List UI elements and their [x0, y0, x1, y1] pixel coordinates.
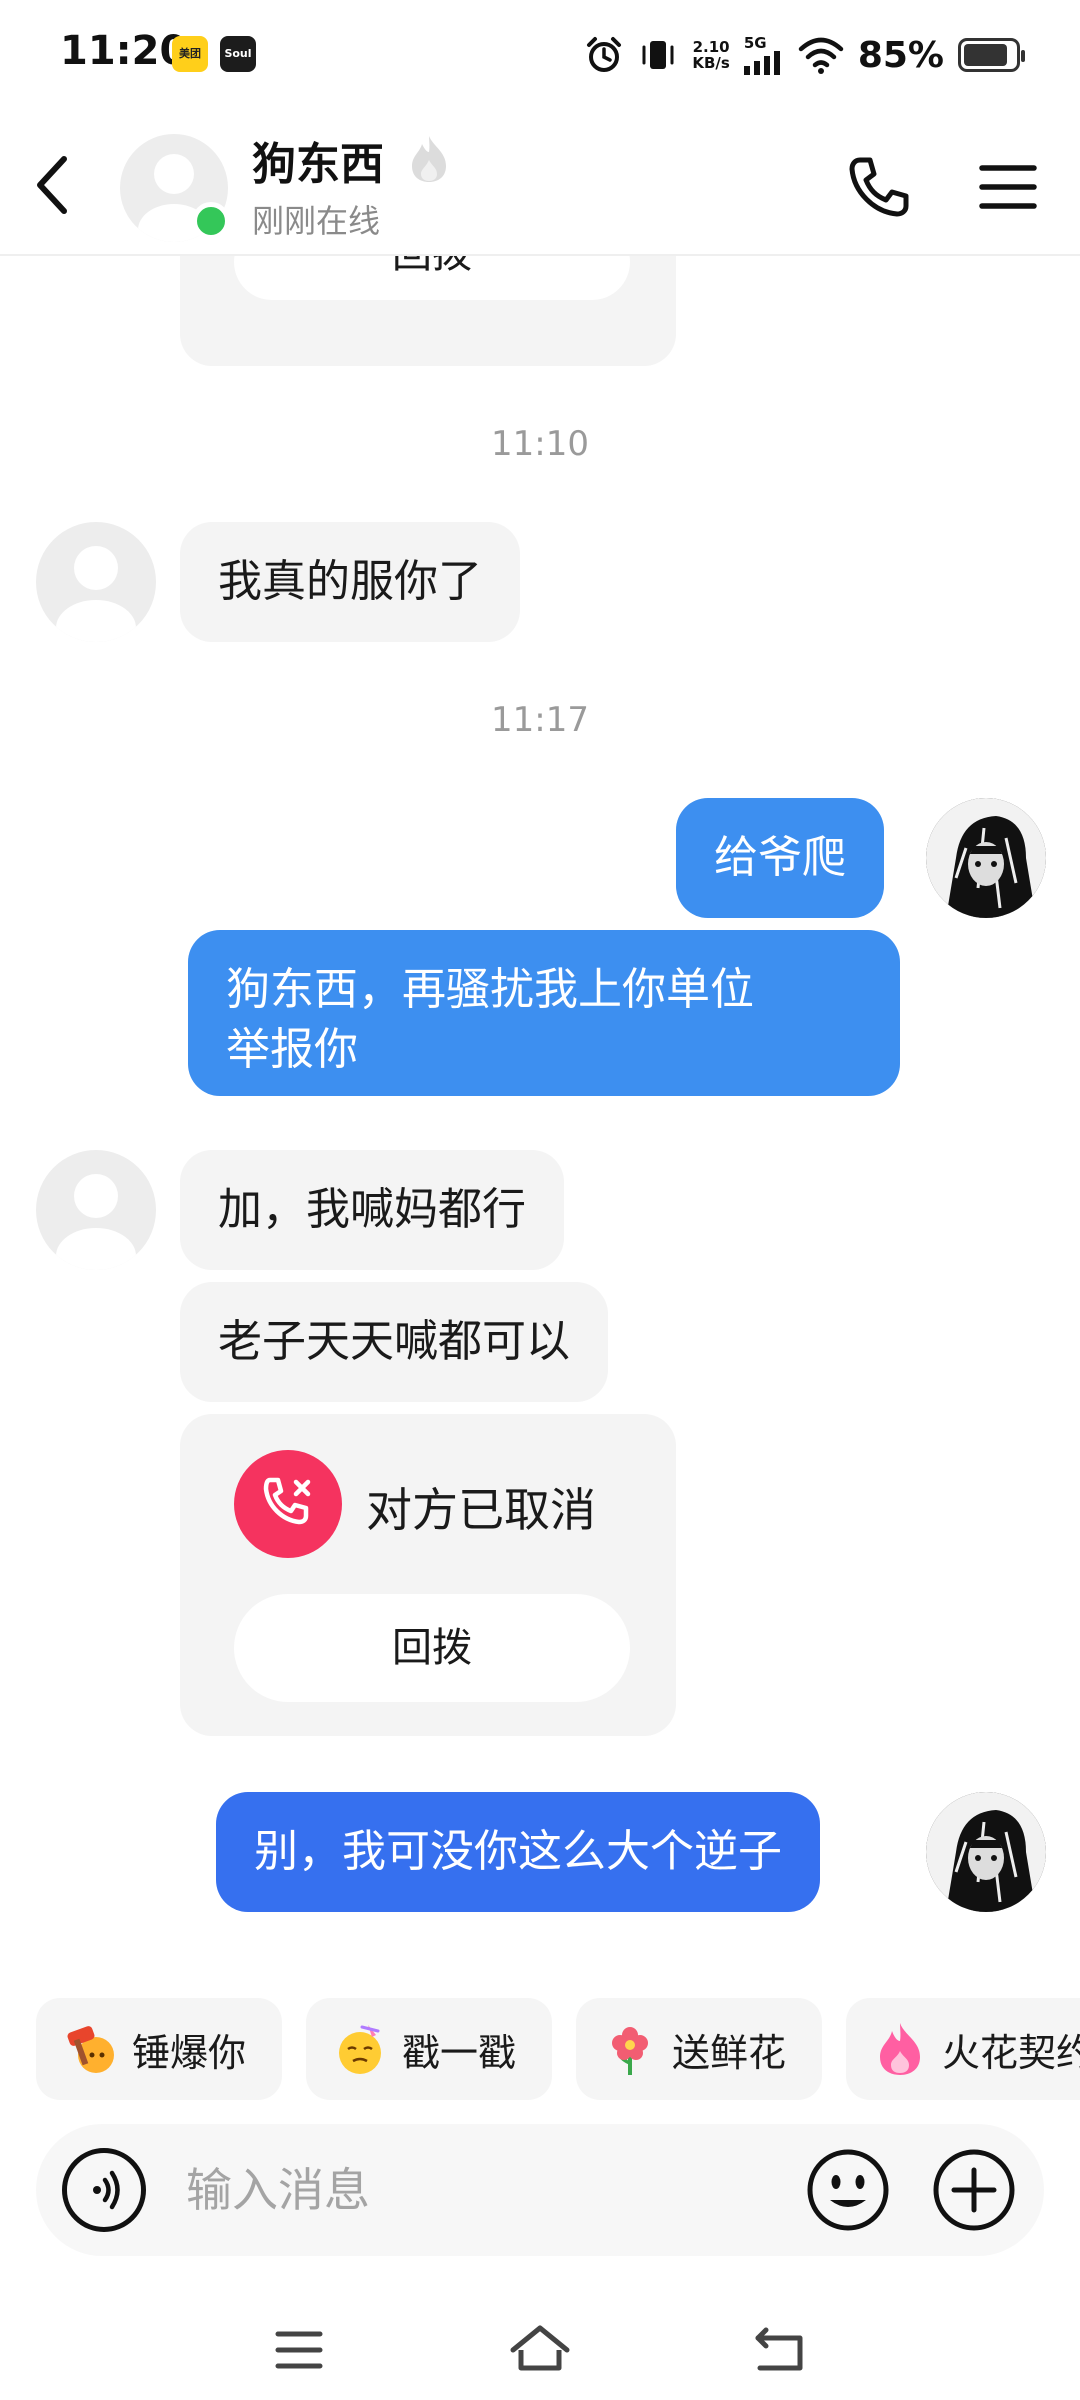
timestamp: 11:17 [491, 700, 589, 740]
back-button[interactable] [24, 150, 80, 220]
voice-call-button[interactable] [846, 154, 912, 220]
quick-action-label: 火花契约 [942, 2030, 1080, 2075]
quick-action-label: 锤爆你 [132, 2030, 247, 2075]
signal-bars-icon [743, 51, 780, 75]
soul-app-icon: Soul [220, 36, 256, 72]
battery-level [964, 44, 1007, 66]
voice-input-button[interactable] [62, 2148, 146, 2232]
smiley-icon [807, 2149, 889, 2231]
online-indicator [192, 202, 230, 240]
voice-wave-icon [93, 2170, 120, 2210]
alarm-icon [587, 37, 622, 72]
more-menu-button[interactable] [978, 160, 1038, 214]
more-attachments-button[interactable] [932, 2148, 1016, 2232]
home-icon [510, 2325, 570, 2371]
status-bar: 11:20 美团 Soul 2.10 KB/s 5G 85% [0, 0, 1080, 110]
quick-action-flower[interactable]: 送鲜花 [576, 1998, 822, 2100]
dark-anime-avatar-icon [926, 1792, 1046, 1912]
default-avatar-icon [56, 546, 136, 642]
message-list[interactable]: 回拨 11:10 我真的服你了 11:17 给爷爬 狗东西，再骚扰我上你单位 举… [0, 256, 1080, 1976]
dark-anime-avatar-icon [926, 798, 1046, 918]
quick-action-hammer[interactable]: 锤爆你 [36, 1998, 282, 2100]
battery-percent: 85% [857, 34, 944, 76]
incoming-message[interactable]: 我真的服你了 [180, 522, 520, 642]
message-text-line: 举报你 [226, 1024, 358, 1075]
recents-menu-icon [275, 2331, 323, 2369]
contact-name: 狗东西 [252, 139, 384, 190]
call-status-text: 对方已取消 [366, 1483, 596, 1537]
status-time: 11:20 [60, 28, 188, 74]
phone-icon [849, 157, 909, 217]
message-text-line: 狗东西，再骚扰我上你单位 [226, 964, 754, 1015]
incoming-message[interactable]: 老子天天喊都可以 [180, 1282, 608, 1402]
spark-flame-icon[interactable] [408, 134, 450, 184]
missed-call-icon [234, 1450, 342, 1558]
contact-message-avatar[interactable] [36, 1150, 156, 1270]
outgoing-message[interactable]: 别，我可没你这么大个逆子 [216, 1792, 820, 1912]
quick-action-bar[interactable]: 锤爆你 戳一戳 送鲜花 火花契约 [0, 1998, 1080, 2102]
hammer-emoji-icon [67, 2026, 114, 2073]
system-nav-bar [0, 2300, 1080, 2400]
wifi-icon [798, 37, 844, 74]
back-arrow-icon [755, 2327, 803, 2371]
message-input-bar [36, 2124, 1044, 2256]
flame-icon [880, 2023, 920, 2075]
network-type: 5G [743, 34, 767, 52]
incoming-message[interactable]: 加，我喊妈都行 [180, 1150, 564, 1270]
cancelled-call-card[interactable]: 对方已取消 回拨 [180, 1414, 676, 1736]
cellular-signal: 5G [743, 34, 784, 75]
previous-call-card: 回拨 [180, 256, 676, 366]
my-avatar[interactable] [926, 1792, 1046, 1912]
default-avatar-icon [56, 1174, 136, 1270]
redial-button[interactable]: 回拨 [234, 1594, 630, 1702]
home-button[interactable] [505, 2320, 575, 2380]
vibrate-icon [642, 41, 674, 69]
meituan-app-icon: 美团 [172, 36, 208, 72]
outgoing-message[interactable]: 狗东西，再骚扰我上你单位 举报你 [188, 930, 900, 1096]
my-avatar[interactable] [926, 798, 1046, 918]
flower-icon [612, 2027, 648, 2075]
online-status-text: 刚刚在线 [252, 202, 381, 240]
poke-face-icon [339, 2025, 381, 2074]
contact-message-avatar[interactable] [36, 522, 156, 642]
quick-action-spark-contract[interactable]: 火花契约 [846, 1998, 1080, 2100]
message-input[interactable] [186, 2152, 786, 2228]
quick-action-label: 戳一戳 [402, 2030, 517, 2075]
battery-icon [958, 38, 1025, 72]
network-speed: 2.10 KB/s [692, 38, 730, 72]
chevron-left-icon [37, 156, 67, 214]
hamburger-menu-icon [979, 165, 1037, 209]
contact-avatar[interactable] [120, 134, 230, 242]
redial-button[interactable]: 回拨 [234, 256, 630, 300]
status-icons: 2.10 KB/s 5G 85% [584, 30, 1025, 80]
emoji-button[interactable] [806, 2148, 890, 2232]
quick-action-poke[interactable]: 戳一戳 [306, 1998, 552, 2100]
back-nav-button[interactable] [746, 2320, 816, 2380]
quick-action-label: 送鲜花 [672, 2030, 787, 2075]
outgoing-message[interactable]: 给爷爬 [676, 798, 884, 918]
recents-button[interactable] [264, 2320, 334, 2380]
plus-circle-icon [933, 2149, 1015, 2231]
chat-header: 狗东西 刚刚在线 [0, 110, 1080, 256]
timestamp: 11:10 [491, 424, 589, 464]
